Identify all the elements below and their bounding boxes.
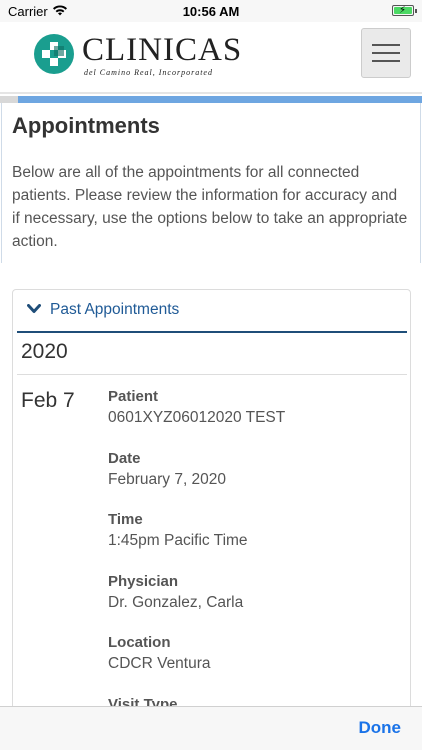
status-time: 10:56 AM [182,4,240,19]
hamburger-menu-button[interactable] [361,28,411,78]
field-physician: Physician Dr. Gonzalez, Carla [108,572,398,634]
header-divider [0,92,422,94]
menu-bar-icon [372,52,400,54]
field-label: Time [108,511,143,528]
appointment-date-short: Feb 7 [21,389,75,412]
charging-bolt-icon: ⚡ [399,5,407,16]
app-header: CLINICAS del Camino Real, Incorporated [0,22,422,92]
past-appointments-heading: Past Appointments [50,301,180,318]
field-patient: Patient 0601XYZ06012020 TEST [108,387,398,449]
clinicas-logo[interactable]: CLINICAS del Camino Real, Incorporated [32,30,241,82]
page-accent-bar [18,96,422,103]
field-label: Patient [108,388,159,405]
year-divider [17,374,407,375]
field-value: 0601XYZ06012020 TEST [108,409,286,426]
past-appointments-toggle[interactable]: Past Appointments [17,290,407,333]
field-label: Physician [108,572,179,590]
page-accent-left [0,96,18,103]
field-value: Dr. Gonzalez, Carla [108,593,244,611]
chevron-down-icon [27,304,41,313]
status-bar: Carrier 10:56 AM ⚡ [0,0,422,22]
field-time: Time 1:45pm Pacific Time [108,510,398,572]
intro-text: Below are all of the appointments for al… [12,164,408,250]
main-content[interactable]: Appointments Below are all of the appoin… [0,103,422,706]
menu-bar-icon [372,60,400,62]
field-value: February 7, 2020 [108,470,227,488]
done-button[interactable]: Done [359,718,402,738]
bottom-toolbar: Done [0,706,422,750]
past-appointments-panel: Past Appointments 2020 Feb 7 Patient 060… [12,289,411,706]
logo-text: CLINICAS [82,32,243,68]
menu-bar-icon [372,44,400,46]
appointment-details: Patient 0601XYZ06012020 TEST Date Februa… [108,387,398,706]
field-value: CDCR Ventura [108,655,211,672]
year-heading: 2020 [21,340,68,363]
field-location: Location CDCR Ventura [108,633,398,695]
field-visit-type: Visit Type [108,695,398,707]
field-label: Location [108,634,171,651]
logo-subtitle: del Camino Real, Incorporated [84,68,213,77]
battery-icon: ⚡ [392,5,417,16]
page-title: Appointments [12,113,160,138]
field-label: Visit Type [108,695,178,707]
logo-mark-icon [34,34,74,74]
field-date: Date February 7, 2020 [108,449,398,511]
field-value: 1:45pm Pacific Time [108,532,248,549]
field-label: Date [108,449,141,467]
